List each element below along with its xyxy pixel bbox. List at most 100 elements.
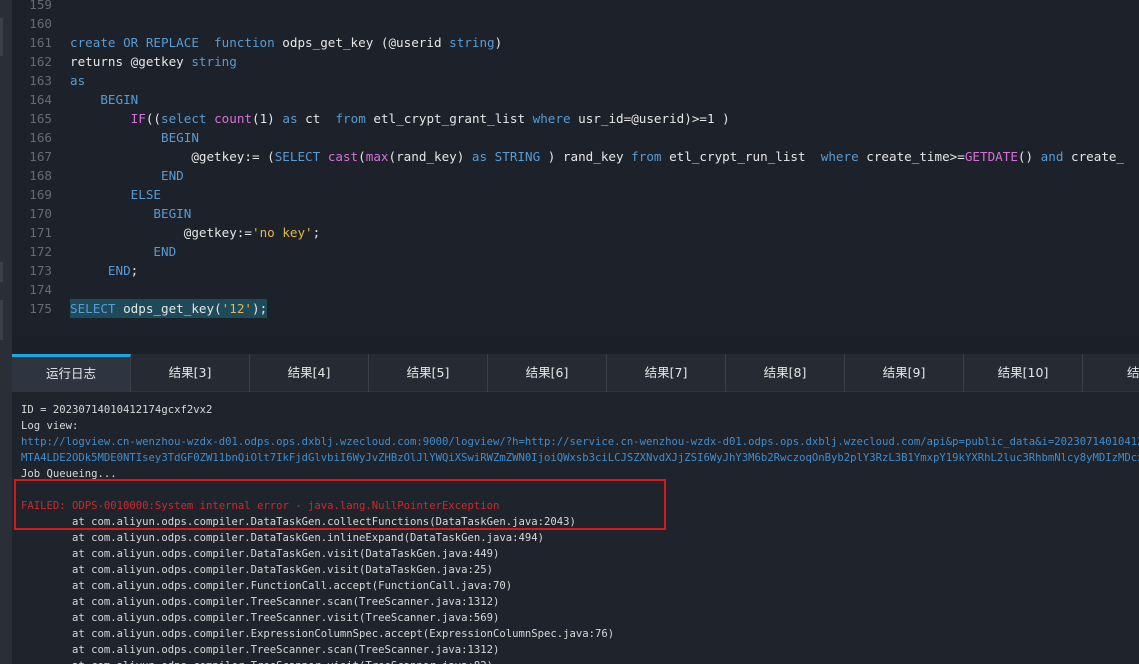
code-token: odps_get_key( — [115, 301, 222, 316]
code-line[interactable]: 166 BEGIN — [12, 128, 1139, 147]
log-line: at com.aliyun.odps.compiler.TreeScanner.… — [21, 658, 493, 664]
code-token: '12' — [221, 301, 252, 316]
code-token: ELSE — [70, 187, 161, 202]
code-token: cast — [327, 149, 359, 164]
code-line[interactable]: 165 IF((select count(1) as ct from etl_c… — [12, 109, 1139, 128]
code-text: BEGIN — [70, 90, 138, 109]
code-line[interactable]: 170 BEGIN — [12, 204, 1139, 223]
run-log-panel: ID = 20230714010412174gcxf2vx2 Log view: h… — [12, 392, 1139, 664]
code-text: END; — [70, 261, 138, 280]
code-line[interactable]: 162 returns @getkey string — [12, 52, 1139, 71]
line-number: 168 — [29, 168, 52, 183]
tab-result[interactable]: 结果[4] — [250, 354, 369, 392]
panel-divider[interactable] — [12, 336, 1139, 354]
result-tabs: 运行日志 结果[3] 结果[4] 结果[5] 结果[6] 结果[7] 结果[8] 结果[9] 结… — [12, 354, 1139, 392]
code-token: string — [191, 54, 237, 69]
tab-result[interactable]: 结果[3] — [131, 354, 250, 392]
code-token: BEGIN — [70, 206, 192, 221]
code-line[interactable]: 163 as — [12, 71, 1139, 90]
code-text: create OR REPLACE function odps_get_key … — [70, 33, 502, 52]
log-line: Log view: — [21, 420, 79, 432]
code-token: ; — [312, 225, 321, 240]
code-text: as — [70, 71, 85, 90]
code-token: 'no key' — [251, 225, 313, 240]
line-number: 172 — [29, 244, 52, 259]
code-editor[interactable]: 159 160 161 create OR REPLACE function odps… — [12, 0, 1139, 336]
line-number: 169 — [29, 187, 52, 202]
code-line[interactable]: 161 create OR REPLACE function odps_get_k… — [12, 33, 1139, 52]
code-token: etl_crypt_grant_list — [365, 111, 533, 126]
code-token: BEGIN — [70, 130, 199, 145]
log-line: at com.aliyun.odps.compiler.DataTaskGen.… — [21, 548, 500, 560]
log-view-link[interactable]: MTA4LDE2ODk5MDE0NTIsey3TdGF0ZW11bnQiOlt7… — [21, 450, 1139, 466]
code-token: SELECT — [70, 301, 116, 316]
code-token: IF — [70, 111, 146, 126]
line-number: 165 — [29, 111, 52, 126]
line-number: 167 — [29, 149, 52, 164]
line-number: 171 — [29, 225, 52, 240]
log-line: at com.aliyun.odps.compiler.ExpressionCo… — [21, 628, 615, 640]
line-number: 160 — [29, 16, 52, 31]
code-token: create OR REPLACE function — [70, 35, 275, 50]
code-token: count — [214, 111, 253, 126]
code-text: END — [70, 242, 176, 261]
code-token: SELECT — [274, 149, 321, 164]
code-line[interactable]: 174 — [12, 280, 1139, 299]
code-token: ) — [494, 35, 503, 50]
code-text: @getkey:= (SELECT cast(max(rand_key) as … — [70, 147, 1124, 166]
error-message: FAILED: ODPS-0010000:System internal err… — [21, 500, 500, 512]
code-line[interactable]: 159 — [12, 0, 1139, 14]
code-token: from — [631, 149, 662, 164]
code-token: returns @getkey — [70, 54, 192, 69]
code-line[interactable]: 171 @getkey:='no key'; — [12, 223, 1139, 242]
log-line: at com.aliyun.odps.compiler.TreeScanner.… — [21, 644, 500, 656]
log-line: at com.aliyun.odps.compiler.FunctionCall… — [21, 580, 513, 592]
code-line[interactable]: 160 — [12, 14, 1139, 33]
line-number: 164 — [29, 92, 52, 107]
code-token: @getkey:= ( — [70, 149, 275, 164]
code-line[interactable]: 168 END — [12, 166, 1139, 185]
line-number: 162 — [29, 54, 52, 69]
code-token: as — [70, 73, 86, 88]
code-text: IF((select count(1) as ct from etl_crypt… — [70, 109, 730, 128]
tab-result[interactable]: 结果[9] — [845, 354, 964, 392]
gutter-marker — [0, 18, 3, 56]
line-number: 159 — [29, 0, 52, 12]
code-line[interactable]: 173 END; — [12, 261, 1139, 280]
code-token: max — [365, 149, 389, 164]
log-line: at com.aliyun.odps.compiler.DataTaskGen.… — [21, 532, 544, 544]
code-token: STRING — [494, 149, 541, 164]
line-number: 174 — [29, 282, 52, 297]
line-number: 161 — [29, 35, 52, 50]
gutter-marker — [0, 262, 3, 282]
code-line[interactable]: 167 @getkey:= (SELECT cast(max(rand_key)… — [12, 147, 1139, 166]
tab-result[interactable]: 结果[7] — [607, 354, 726, 392]
log-line: Job Queueing... — [21, 468, 117, 480]
code-token: END — [70, 263, 131, 278]
tab-result[interactable]: 结果[6] — [488, 354, 607, 392]
code-line[interactable]: 164 BEGIN — [12, 90, 1139, 109]
ide-window: 159 160 161 create OR REPLACE function odps… — [0, 0, 1139, 664]
code-token: END — [70, 168, 184, 183]
code-token: string — [449, 35, 495, 50]
log-line: at com.aliyun.odps.compiler.DataTaskGen.… — [21, 516, 576, 528]
code-line[interactable]: 172 END — [12, 242, 1139, 261]
code-line[interactable]: 175 SELECT odps_get_key('12'); — [12, 299, 1139, 318]
tab-result[interactable]: 结果[8] — [726, 354, 845, 392]
tab-result[interactable]: 结果[10] — [964, 354, 1083, 392]
code-line[interactable]: 169 ELSE — [12, 185, 1139, 204]
log-view-link[interactable]: http://logview.cn-wenzhou-wzdx-d01.odps.… — [21, 434, 1139, 450]
code-text: BEGIN — [70, 128, 199, 147]
code-token: () — [1017, 149, 1041, 164]
code-token: GETDATE — [964, 149, 1018, 164]
tab-result[interactable]: 结果[ — [1083, 354, 1139, 392]
code-token: as — [471, 149, 488, 164]
line-number: 175 — [29, 301, 52, 316]
tab-result[interactable]: 结果[5] — [369, 354, 488, 392]
code-text: BEGIN — [70, 204, 191, 223]
left-gutter-strip — [0, 0, 12, 664]
log-line: at com.aliyun.odps.compiler.DataTaskGen.… — [21, 564, 493, 576]
log-line: ID = 20230714010412174gcxf2vx2 — [21, 404, 213, 416]
tab-run-log[interactable]: 运行日志 — [12, 354, 131, 392]
